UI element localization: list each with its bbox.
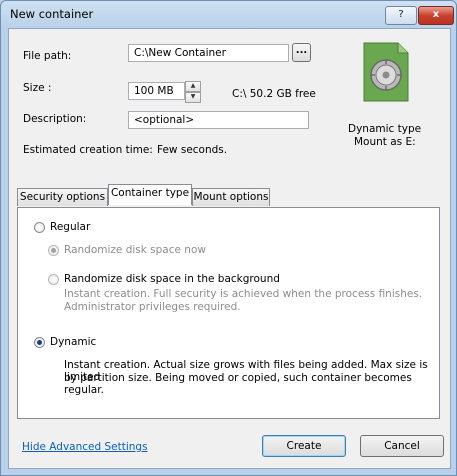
file-path-input[interactable]: C:\New Container: [128, 44, 289, 62]
dialog-window: New container ? x File path: C:\New Cont…: [0, 0, 457, 476]
randomize-background-radio[interactable]: [48, 274, 59, 285]
dynamic-type-text: Dynamic type: [348, 123, 422, 135]
description-label: Description:: [23, 113, 87, 125]
spin-down-icon[interactable]: ▼: [185, 92, 201, 103]
estimated-time-value: Few seconds.: [157, 144, 228, 156]
hide-advanced-settings-link[interactable]: Hide Advanced Settings: [22, 441, 148, 453]
regular-radio[interactable]: [34, 222, 45, 233]
size-stepper[interactable]: ▲ ▼: [185, 81, 201, 103]
dynamic-radio[interactable]: [34, 337, 45, 348]
randomize-background-desc-2: Administrator privileges required.: [64, 301, 241, 313]
close-button[interactable]: x: [418, 6, 454, 25]
dynamic-label: Dynamic: [50, 336, 97, 348]
estimated-time-label: Estimated creation time:: [23, 144, 153, 156]
dynamic-desc-2: by partition size. Being moved or copied…: [64, 372, 412, 396]
description-input[interactable]: <optional>: [128, 111, 309, 129]
container-safe-icon: [363, 42, 409, 102]
randomize-background-label: Randomize disk space in the background: [64, 273, 280, 285]
randomize-now-label: Randomize disk space now: [64, 244, 206, 256]
free-space-text: C:\ 50.2 GB free: [232, 88, 316, 100]
container-type-panel: Regular Randomize disk space now Randomi…: [17, 207, 440, 419]
cancel-button[interactable]: Cancel: [360, 435, 444, 457]
browse-button[interactable]: ...: [292, 43, 311, 62]
tab-mount-options[interactable]: Mount options: [192, 188, 270, 206]
tab-container-type[interactable]: Container type: [108, 184, 192, 205]
regular-label: Regular: [50, 221, 91, 233]
file-path-label: File path:: [23, 50, 72, 62]
tab-security-options[interactable]: Security options: [17, 188, 108, 206]
create-button[interactable]: Create: [262, 435, 346, 457]
randomize-background-desc-1: Instant creation. Full security is achie…: [64, 288, 423, 300]
size-label: Size :: [23, 82, 52, 94]
dialog-body: File path: C:\New Container ... Size : 1…: [8, 28, 451, 469]
help-button[interactable]: ?: [385, 6, 417, 25]
size-input[interactable]: 100 MB: [128, 82, 185, 100]
window-title: New container: [10, 7, 94, 21]
spin-up-icon[interactable]: ▲: [185, 81, 201, 92]
randomize-now-radio[interactable]: [48, 245, 59, 256]
mount-as-text: Mount as E:: [354, 136, 416, 148]
